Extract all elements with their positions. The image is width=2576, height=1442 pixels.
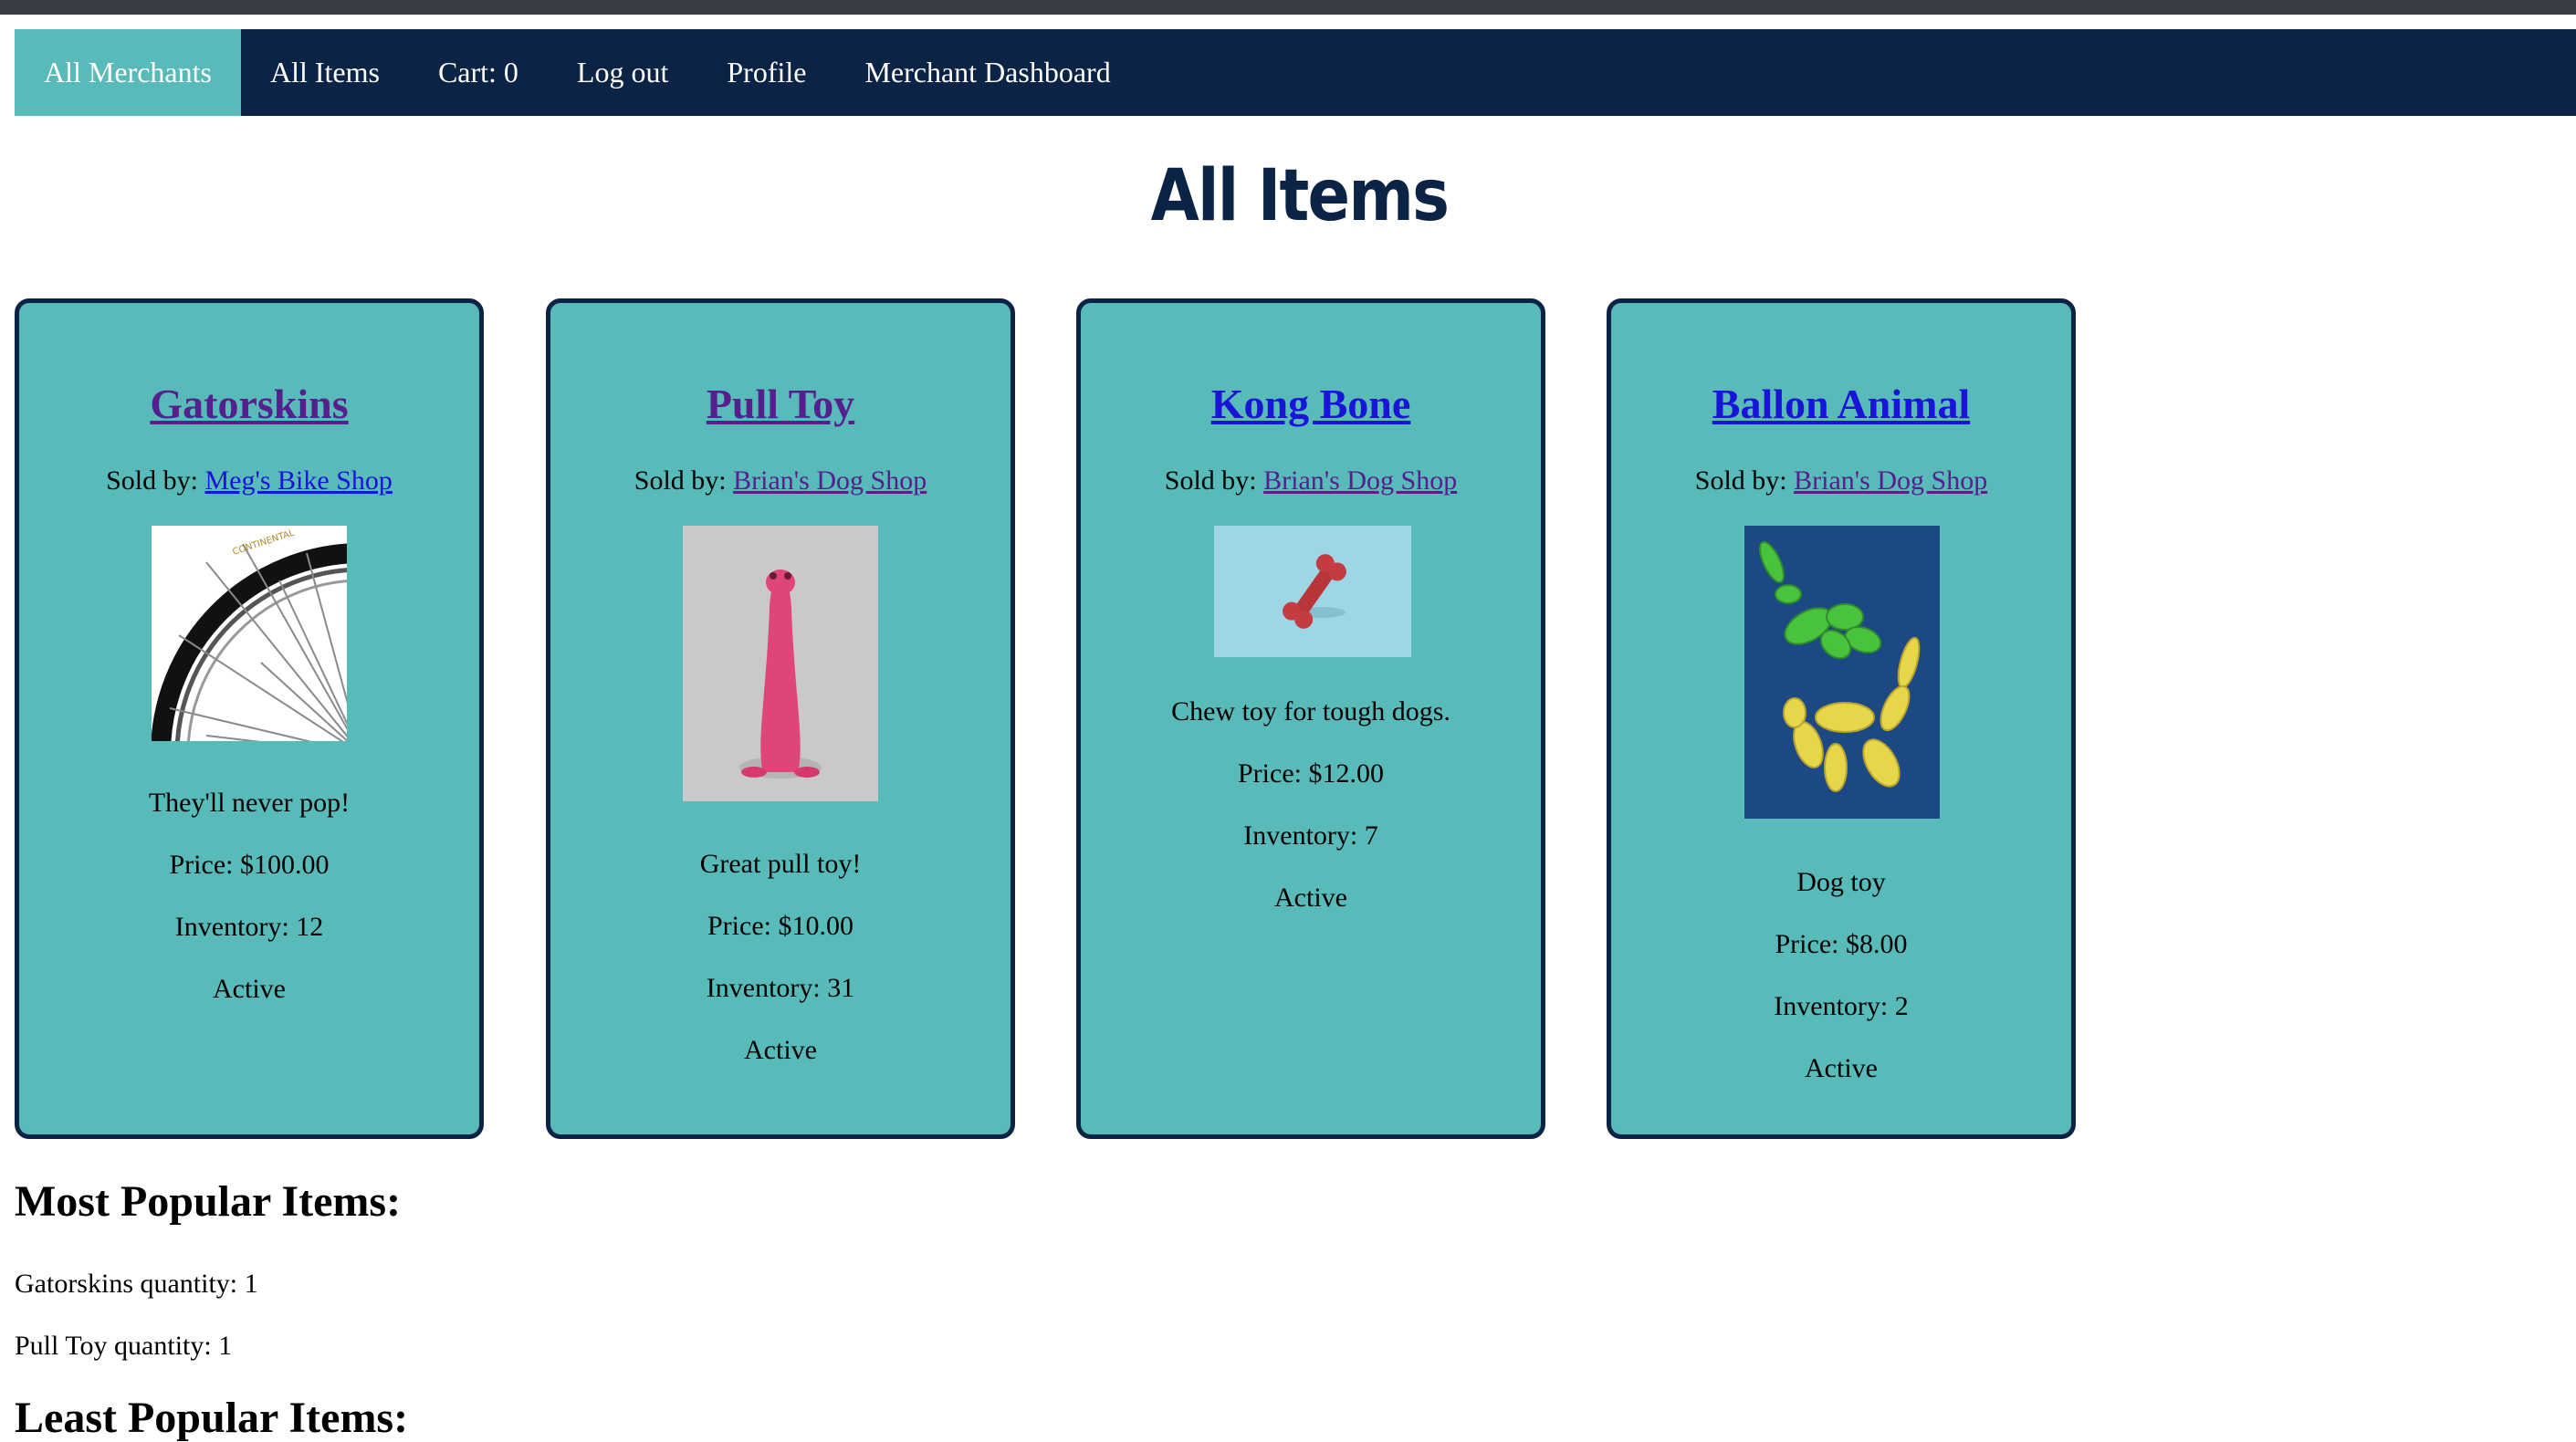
item-card: Pull Toy Sold by: Brian's Dog Shop Great…: [546, 298, 1015, 1139]
merchant-link[interactable]: Meg's Bike Shop: [204, 465, 392, 496]
item-description: Great pull toy!: [699, 849, 862, 879]
nav-all-merchants[interactable]: All Merchants: [15, 29, 241, 116]
item-inventory: Inventory: 31: [706, 973, 855, 1003]
item-card: Kong Bone Sold by: Brian's Dog Shop Chew…: [1076, 298, 1545, 1139]
sold-by-label: Sold by:: [106, 465, 198, 496]
item-price: Price: $12.00: [1238, 758, 1384, 789]
merchant-link[interactable]: Brian's Dog Shop: [1794, 465, 1987, 496]
item-description: Dog toy: [1796, 867, 1886, 897]
item-status: Active: [1805, 1053, 1878, 1083]
page-title: All Items: [1150, 155, 1450, 237]
nav-log-out[interactable]: Log out: [548, 29, 697, 116]
item-card: Gatorskins Sold by: Meg's Bike Shop CONT…: [15, 298, 484, 1139]
nav-cart[interactable]: Cart: 0: [409, 29, 548, 116]
item-status: Active: [1274, 883, 1347, 913]
item-name-link[interactable]: Gatorskins: [19, 383, 479, 425]
balloon-animals-image[interactable]: [1744, 526, 1940, 819]
merchant-link[interactable]: Brian's Dog Shop: [1263, 465, 1457, 496]
nav-profile[interactable]: Profile: [697, 29, 835, 116]
item-price: Price: $10.00: [707, 911, 853, 941]
nav-merchant-dashboard[interactable]: Merchant Dashboard: [835, 29, 1139, 116]
sold-by-label: Sold by:: [1164, 465, 1257, 496]
item-seller: Sold by: Brian's Dog Shop: [1081, 467, 1541, 495]
item-price: Price: $8.00: [1775, 929, 1908, 959]
item-card: Ballon Animal Sold by: Brian's Dog Shop: [1607, 298, 2076, 1139]
item-name-link[interactable]: Pull Toy: [550, 383, 1011, 425]
popular-item-line: Pull Toy quantity: 1: [15, 1331, 233, 1361]
item-status: Active: [744, 1035, 817, 1065]
item-inventory: Inventory: 2: [1774, 991, 1909, 1021]
item-name-link[interactable]: Kong Bone: [1081, 383, 1541, 425]
nav-all-items[interactable]: All Items: [241, 29, 409, 116]
item-inventory: Inventory: 7: [1243, 820, 1378, 851]
least-popular-heading: Least Popular Items:: [15, 1394, 409, 1442]
bike-tire-image[interactable]: CONTINENTAL: [152, 526, 347, 741]
item-description: They'll never pop!: [148, 788, 351, 818]
most-popular-heading: Most Popular Items:: [15, 1177, 402, 1226]
item-seller: Sold by: Brian's Dog Shop: [550, 467, 1011, 495]
pink-pull-toy-image[interactable]: [683, 526, 878, 801]
item-name-link[interactable]: Ballon Animal: [1611, 383, 2071, 425]
item-seller: Sold by: Meg's Bike Shop: [19, 467, 479, 495]
item-status: Active: [213, 974, 286, 1004]
top-navbar: All Merchants All Items Cart: 0 Log out …: [15, 29, 2576, 116]
popular-item-line: Gatorskins quantity: 1: [15, 1269, 258, 1299]
sold-by-label: Sold by:: [1694, 465, 1787, 496]
item-description: Chew toy for tough dogs.: [1171, 696, 1450, 726]
browser-top-strip: [0, 0, 2576, 15]
merchant-link[interactable]: Brian's Dog Shop: [733, 465, 927, 496]
item-inventory: Inventory: 12: [174, 912, 324, 942]
sold-by-label: Sold by:: [634, 465, 727, 496]
red-bone-image[interactable]: [1214, 526, 1411, 657]
item-price: Price: $100.00: [169, 850, 330, 880]
item-seller: Sold by: Brian's Dog Shop: [1611, 467, 2071, 495]
